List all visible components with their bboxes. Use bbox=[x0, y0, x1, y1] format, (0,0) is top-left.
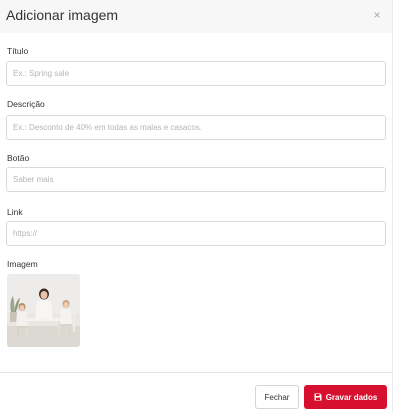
link-input[interactable] bbox=[6, 221, 386, 246]
floppy-disk-icon bbox=[314, 393, 322, 401]
family-photo-image bbox=[7, 274, 80, 347]
modal-body: Título Descrição Botão Link Imagem bbox=[0, 33, 393, 371]
save-button-label: Gravar dados bbox=[325, 392, 378, 402]
image-thumbnail[interactable] bbox=[7, 274, 80, 347]
close-button[interactable]: Fechar bbox=[255, 385, 299, 409]
image-label: Imagem bbox=[7, 259, 38, 269]
modal-title: Adicionar imagem bbox=[6, 7, 119, 23]
save-button[interactable]: Gravar dados bbox=[304, 385, 387, 409]
title-label: Título bbox=[7, 46, 29, 56]
link-label: Link bbox=[7, 207, 23, 217]
add-image-modal: Adicionar imagem × Título Descrição Botã… bbox=[0, 0, 393, 412]
button-label: Botão bbox=[7, 153, 30, 163]
button-text-input[interactable] bbox=[6, 167, 386, 192]
modal-footer: Fechar Gravar dados bbox=[0, 372, 393, 412]
description-label: Descrição bbox=[7, 99, 45, 109]
title-input[interactable] bbox=[6, 61, 386, 86]
modal-header: Adicionar imagem × bbox=[0, 0, 392, 33]
description-input[interactable] bbox=[6, 115, 386, 140]
close-icon[interactable]: × bbox=[370, 8, 384, 22]
